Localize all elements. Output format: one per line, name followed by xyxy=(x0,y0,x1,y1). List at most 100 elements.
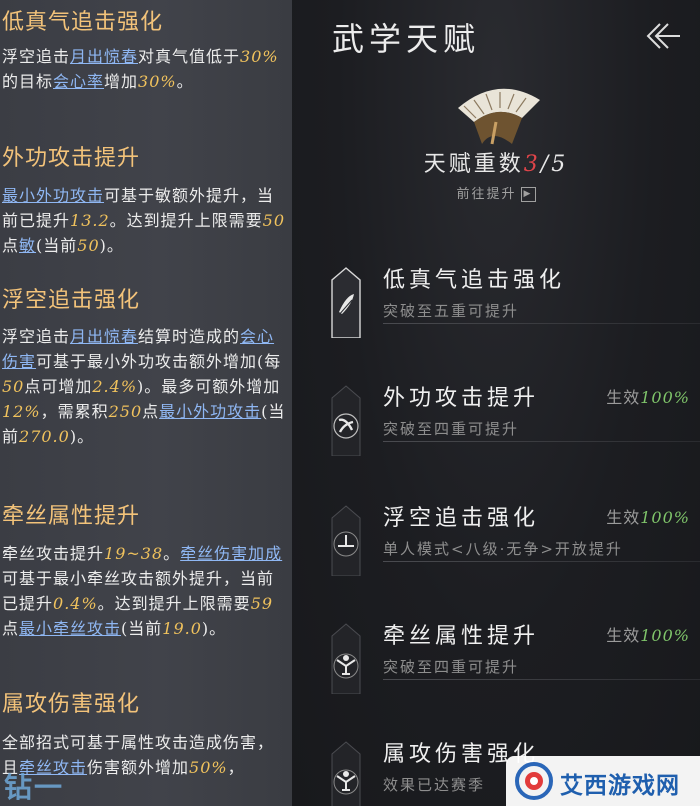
divider xyxy=(383,561,700,562)
description-text: 增加 xyxy=(104,72,139,91)
term-link[interactable]: 最小牵丝攻击 xyxy=(19,619,121,638)
description-text: 浮空追击 xyxy=(2,327,71,346)
term-link[interactable]: 最小外功攻击 xyxy=(2,186,104,205)
section-title: 牵丝属性提升 xyxy=(2,504,141,529)
highlight-value: 50 xyxy=(2,377,25,396)
section-title: 浮空追击强化 xyxy=(2,288,141,313)
talent-condition: 效果已达赛季 xyxy=(383,776,486,794)
section-description: 最小外功攻击可基于敏额外提升，当前已提升13.2。达到提升上限需要50点敏(当前… xyxy=(2,183,288,258)
status-percent: 100% xyxy=(640,626,690,645)
status-label: 生效 xyxy=(606,508,641,527)
description-text: 。 xyxy=(176,72,194,91)
highlight-value: 12% xyxy=(2,402,41,421)
section-title: 外功攻击提升 xyxy=(2,146,141,171)
term-link[interactable]: 牵丝伤害加成 xyxy=(180,544,282,563)
talent-status: 生效100% xyxy=(606,622,690,646)
talent-name: 浮空追击强化 xyxy=(383,506,540,531)
fan-emblem-icon xyxy=(458,88,540,145)
highlight-value: 50% xyxy=(189,758,228,777)
description-text: )。 xyxy=(99,236,124,255)
talent-status: 生效100% xyxy=(606,384,690,408)
description-text: 点可增加 xyxy=(24,377,93,396)
description-text: 点 xyxy=(142,402,160,421)
section-description: 浮空追击月出惊春对真气值低于30%的目标会心率增加30%。 xyxy=(2,44,288,94)
talent-description-panel: 低真气追击强化 浮空追击月出惊春对真气值低于30%的目标会心率增加30%。 外功… xyxy=(0,0,292,806)
talent-condition: 突破至四重可提升 xyxy=(383,658,520,676)
talent-name: 外功攻击提升 xyxy=(383,386,540,411)
back-button[interactable] xyxy=(638,20,682,52)
status-percent: 100% xyxy=(640,388,690,407)
weight-current: 3 xyxy=(523,152,541,177)
goto-upgrade-link[interactable]: 前往提升 ▶ xyxy=(292,183,700,202)
puppet-icon xyxy=(331,623,361,694)
divider xyxy=(383,441,700,442)
term-link[interactable]: 会心率 xyxy=(53,72,104,91)
section-title: 低真气追击强化 xyxy=(2,10,164,35)
description-text: 点 xyxy=(2,236,20,255)
description-text: (当前 xyxy=(36,236,78,255)
section-description: 浮空追击月出惊春结算时造成的会心伤害可基于最小外功攻击额外增加(每50点可增加2… xyxy=(2,324,288,449)
term-link[interactable]: 月出惊春 xyxy=(70,47,138,66)
description-text: 浮空追击 xyxy=(2,47,71,66)
highlight-value: 270.0 xyxy=(19,427,70,446)
divider xyxy=(383,679,700,680)
martial-talent-panel: 武学天赋 天赋重数3/5 前往提升 ▶ 低真气追击强化 突破至五重可提升 外功攻… xyxy=(292,0,700,806)
status-label: 生效 xyxy=(606,388,641,407)
term-link[interactable]: 月出惊春 xyxy=(70,327,138,346)
description-text: 。 xyxy=(163,544,181,563)
description-text: 结算时造成的 xyxy=(138,327,241,346)
highlight-value: 50 xyxy=(77,236,100,255)
talent-condition: 突破至四重可提升 xyxy=(383,420,520,438)
double-chevron-left-icon xyxy=(646,23,680,49)
description-text: ，需累积 xyxy=(40,402,109,421)
highlight-value: 0.4% xyxy=(53,594,98,613)
talent-status: 生效100% xyxy=(606,504,690,528)
feather-icon xyxy=(331,267,361,338)
swirl-icon xyxy=(331,385,361,456)
description-text: )。最多可额外增加 xyxy=(137,377,281,396)
play-arrow-icon: ▶ xyxy=(520,187,536,202)
description-text: 的目标 xyxy=(2,72,54,91)
talent-row[interactable]: 外功攻击提升 生效100% 突破至四重可提升 xyxy=(292,380,700,480)
term-link[interactable]: 最小外功攻击 xyxy=(159,402,261,421)
highlight-value: 30% xyxy=(138,72,177,91)
description-text: )。 xyxy=(69,427,95,446)
talent-weight-counter: 天赋重数3/5 xyxy=(292,146,700,178)
plus-spark-icon xyxy=(331,505,361,576)
status-label: 生效 xyxy=(606,626,641,645)
description-text: 牵丝攻击提升 xyxy=(2,544,105,563)
description-text: 伤害额外增加 xyxy=(87,758,190,777)
talent-row[interactable]: 低真气追击强化 突破至五重可提升 xyxy=(292,262,700,362)
talent-name: 低真气追击强化 xyxy=(383,268,566,293)
description-text: 点 xyxy=(2,619,20,638)
talent-row[interactable]: 牵丝属性提升 生效100% 突破至四重可提升 xyxy=(292,618,700,718)
status-percent: 100% xyxy=(640,508,690,527)
talent-condition: 突破至五重可提升 xyxy=(383,302,520,320)
puppet-icon xyxy=(331,741,361,806)
highlight-value: 250 xyxy=(108,402,143,421)
description-text: )。 xyxy=(201,619,227,638)
term-link[interactable]: 敏 xyxy=(19,236,36,255)
talent-condition: 单人模式<八级·无争>开放提升 xyxy=(383,540,623,558)
highlight-value: 2.4% xyxy=(92,377,138,396)
highlight-value: 59 xyxy=(250,594,274,613)
description-text: (当前 xyxy=(121,619,163,638)
section-description: 牵丝攻击提升19~38。牵丝伤害加成可基于最小牵丝攻击额外提升，当前已提升0.4… xyxy=(2,541,288,641)
site-watermark-right: 艾西游戏网 xyxy=(506,756,700,806)
divider xyxy=(383,323,700,324)
section-title: 属攻伤害强化 xyxy=(2,692,141,717)
talent-name: 牵丝属性提升 xyxy=(383,624,540,649)
weight-max: /5 xyxy=(540,152,569,177)
description-text: 对真气值低于 xyxy=(138,47,241,66)
panel-title: 武学天赋 xyxy=(332,20,481,58)
highlight-value: 19~38 xyxy=(104,544,164,563)
description-text: 。达到提升上限需要 xyxy=(97,594,251,613)
description-text: 可基于最小外功攻击额外增加(每 xyxy=(36,352,282,371)
site-watermark-left: 钻一玩 xyxy=(4,771,65,804)
highlight-value: 30% xyxy=(240,47,279,66)
talent-row[interactable]: 浮空追击强化 生效100% 单人模式<八级·无争>开放提升 xyxy=(292,500,700,600)
description-text: ， xyxy=(227,758,245,777)
highlight-value: 19.0 xyxy=(162,619,202,638)
site-name: 艾西游戏网 xyxy=(560,773,680,799)
weight-label: 天赋重数 xyxy=(423,152,524,177)
